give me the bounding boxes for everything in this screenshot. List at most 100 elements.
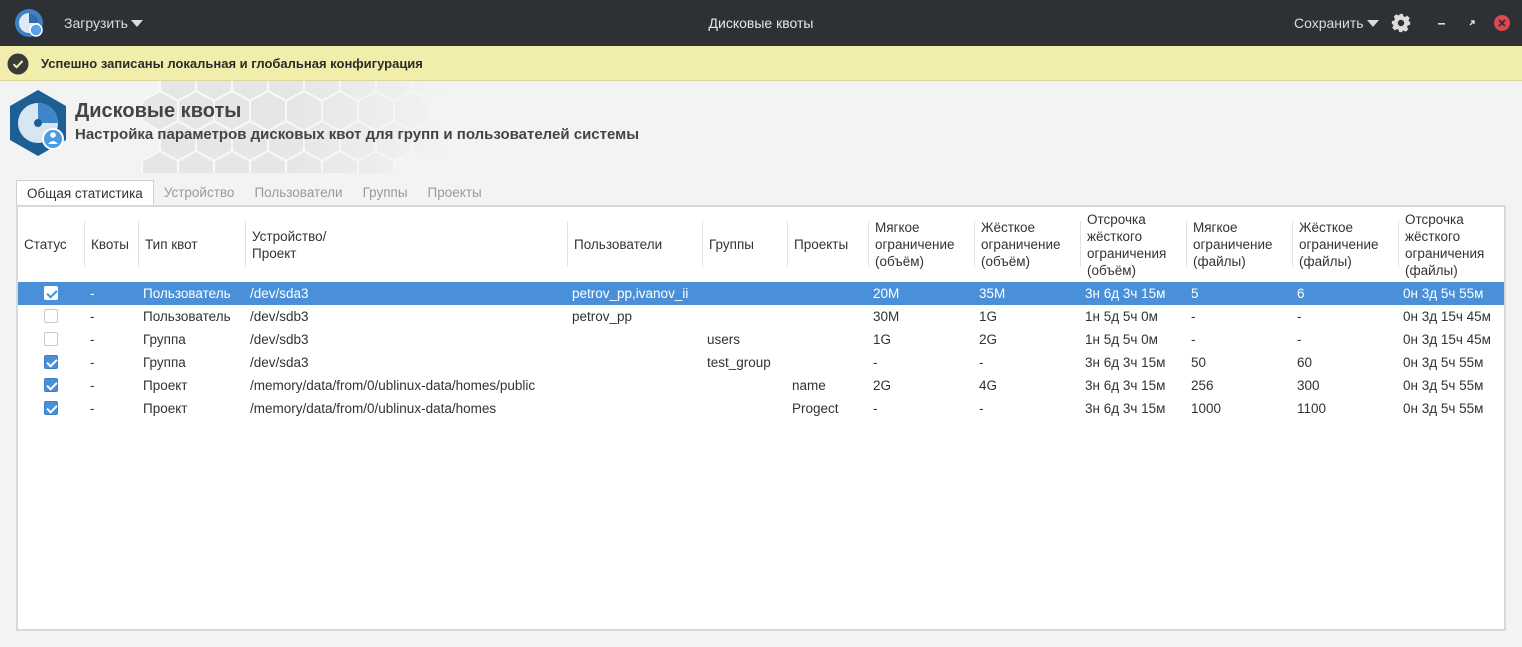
column-separator[interactable] [1292, 221, 1293, 267]
cell-hard-limit-volume: 1G [979, 309, 998, 324]
cell-grace-volume: 3н 6д 3ч 15м [1085, 286, 1166, 301]
cell-hard-limit-volume: - [979, 401, 984, 416]
tab-groups[interactable]: Группы [353, 180, 418, 205]
column-separator[interactable] [868, 221, 869, 267]
load-button[interactable]: Загрузить [56, 0, 151, 46]
cell-device-project: /dev/sdb3 [250, 309, 309, 324]
cell-soft-limit-files: - [1191, 332, 1196, 347]
table-header: Статус Квоты Тип квот Устройство/ Проект Пол… [18, 207, 1504, 282]
gear-icon[interactable] [1390, 12, 1412, 34]
cell-hard-limit-files: 60 [1297, 355, 1313, 370]
maximize-icon[interactable] [1462, 13, 1482, 33]
cell-groups: test_group [707, 355, 771, 370]
cell-grace-volume: 3н 6д 3ч 15м [1085, 401, 1166, 416]
column-header-label: Мягкое ограничение (файлы) [1193, 220, 1273, 269]
cell-quota-type: Группа [143, 332, 186, 347]
cell-device-project: /memory/data/from/0/ublinux-data/homes/p… [250, 378, 536, 393]
cell-grace-volume: 1н 5д 5ч 0м [1085, 309, 1158, 324]
tab-projects[interactable]: Проекты [418, 180, 492, 205]
column-header-quota-type[interactable]: Тип квот [139, 207, 246, 282]
table-row[interactable]: - Проект/memory/data/from/0/ublinux-data/… [18, 397, 1504, 420]
column-header-groups[interactable]: Группы [703, 207, 788, 282]
cell-soft-limit-volume: 1G [873, 332, 892, 347]
cell-hard-limit-files: - [1297, 309, 1302, 324]
cell-hard-limit-files: 1100 [1297, 401, 1327, 416]
column-header-hard-limit-volume[interactable]: Жёсткое ограничение (объём) [975, 207, 1081, 282]
column-header-label: Проекты [794, 237, 849, 252]
column-header-label: Жёсткое ограничение (объём) [981, 220, 1061, 269]
column-header-quotas[interactable]: Квоты [85, 207, 139, 282]
cell-hard-limit-files: - [1297, 332, 1302, 347]
check-circle-icon [7, 53, 29, 75]
page-title: Дисковые квоты [75, 100, 242, 122]
cell-users: petrov_pp [572, 309, 633, 324]
tab-device[interactable]: Устройство [154, 180, 245, 205]
tab-general-stats[interactable]: Общая статистика [16, 180, 154, 205]
close-icon[interactable] [1492, 13, 1512, 33]
cell-quotas: - [90, 401, 95, 416]
cell-hard-limit-volume: 4G [979, 378, 998, 393]
status-checkbox[interactable] [44, 332, 58, 346]
cell-groups [707, 282, 788, 305]
column-header-label: Пользователи [574, 237, 663, 252]
cell-groups: users [707, 332, 741, 347]
cell-device-project: /memory/data/from/0/ublinux-data/homes [250, 401, 497, 416]
cell-quotas: - [90, 378, 95, 393]
cell-projects [792, 351, 869, 374]
status-checkbox[interactable] [44, 286, 58, 300]
column-header-projects[interactable]: Проекты [788, 207, 869, 282]
tab-users[interactable]: Пользователи [244, 180, 352, 205]
column-separator[interactable] [787, 221, 788, 267]
status-checkbox[interactable] [44, 378, 58, 392]
cell-soft-limit-volume: - [873, 401, 878, 416]
column-header-grace-volume[interactable]: Отсрочка жёсткого ограничения (объём) [1081, 207, 1187, 282]
save-button[interactable]: Сохранить [1288, 0, 1385, 46]
cell-device-project: /dev/sda3 [250, 286, 309, 301]
minimize-icon[interactable] [1432, 13, 1452, 33]
cell-quota-type: Пользователь [143, 286, 231, 301]
column-header-soft-limit-files[interactable]: Мягкое ограничение (файлы) [1187, 207, 1293, 282]
column-separator[interactable] [1080, 221, 1081, 267]
column-separator[interactable] [1186, 221, 1187, 267]
column-separator[interactable] [974, 221, 975, 267]
column-header-status[interactable]: Статус [18, 207, 85, 282]
column-separator[interactable] [702, 221, 703, 267]
cell-grace-volume: 3н 6д 3ч 15м [1085, 378, 1166, 393]
status-checkbox[interactable] [44, 309, 58, 323]
status-checkbox[interactable] [44, 355, 58, 369]
column-separator[interactable] [138, 221, 139, 267]
column-separator[interactable] [1398, 221, 1399, 267]
table-row[interactable]: - Пользователь/dev/sda3 petrov_pp,ivanov_i… [18, 282, 1504, 305]
column-header-label: Группы [709, 237, 754, 252]
cell-grace-files: 0н 3д 5ч 55м [1403, 401, 1484, 416]
cell-device-project: /dev/sda3 [250, 355, 309, 370]
column-header-device-project[interactable]: Устройство/ Проект [246, 207, 568, 282]
column-separator[interactable] [84, 221, 85, 267]
cell-quota-type: Группа [143, 355, 186, 370]
column-header-grace-files[interactable]: Отсрочка жёсткого ограничения (файлы) [1399, 207, 1504, 282]
column-separator[interactable] [567, 221, 568, 267]
cell-soft-limit-files: 256 [1191, 378, 1214, 393]
cell-projects [792, 328, 869, 351]
column-separator[interactable] [245, 221, 246, 267]
column-header-hard-limit-files[interactable]: Жёсткое ограничение (файлы) [1293, 207, 1399, 282]
column-header-label: Жёсткое ограничение (файлы) [1299, 220, 1379, 269]
cell-groups [707, 305, 788, 328]
quota-table: Статус Квоты Тип квот Устройство/ Проект Пол… [16, 205, 1506, 631]
table-row[interactable]: - Проект/memory/data/from/0/ublinux-data/… [18, 374, 1504, 397]
table-row[interactable]: - Группа/dev/sda3 test_group - - 3н 6д 3ч 15м… [18, 351, 1504, 374]
cell-grace-files: 0н 3д 15ч 45м [1403, 332, 1491, 347]
cell-soft-limit-volume: 30M [873, 309, 900, 324]
column-header-soft-limit-volume[interactable]: Мягкое ограничение (объём) [869, 207, 975, 282]
cell-device-project: /dev/sdb3 [250, 332, 309, 347]
cell-soft-limit-files: 1000 [1191, 401, 1222, 416]
table-row[interactable]: - Группа/dev/sdb3 users 1G 2G 1н 5д 5ч 0м - - 0н… [18, 328, 1504, 351]
cell-hard-limit-files: 6 [1297, 286, 1305, 301]
cell-quota-type: Проект [143, 401, 188, 416]
info-bar: Успешно записаны локальная и глобальная … [0, 46, 1522, 81]
status-checkbox[interactable] [44, 401, 58, 415]
column-header-users[interactable]: Пользователи [568, 207, 703, 282]
table-row[interactable]: - Пользователь/dev/sdb3 petrov_pp 30M 1G 1н 5… [18, 305, 1504, 328]
cell-users [572, 397, 703, 420]
cell-quotas: - [90, 309, 95, 324]
